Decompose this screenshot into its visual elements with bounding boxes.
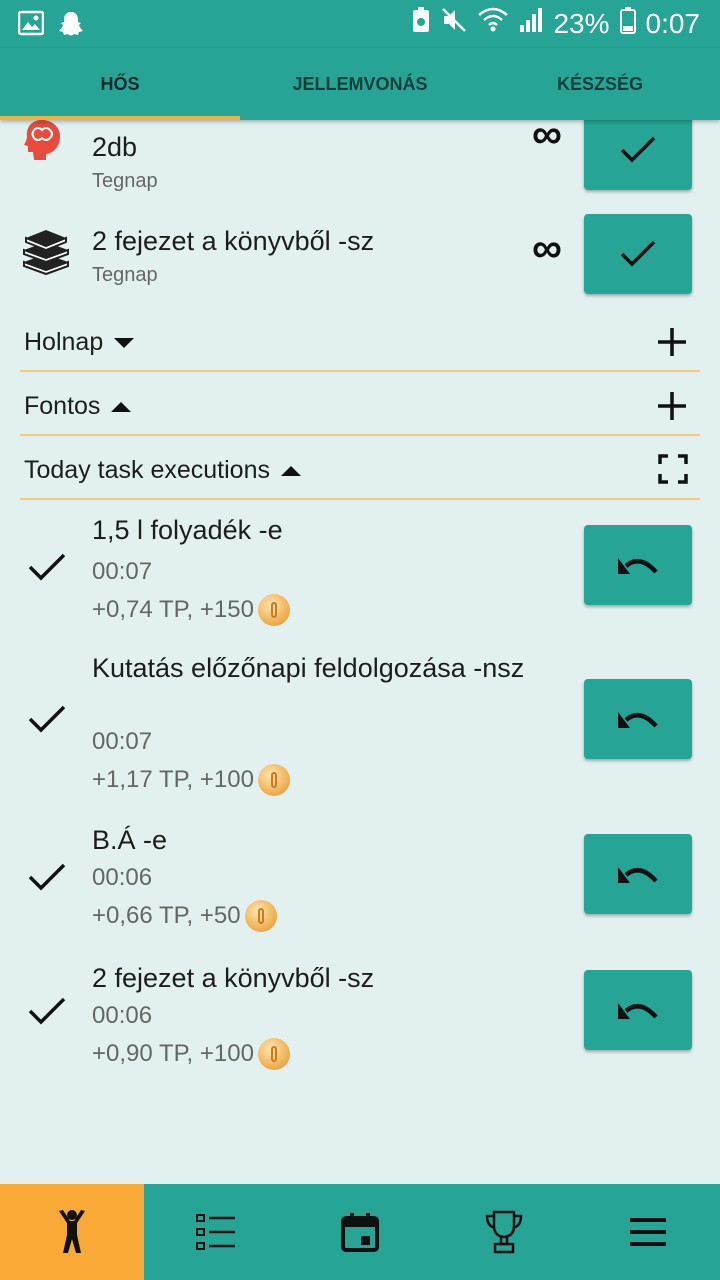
nav-tasks[interactable] bbox=[144, 1184, 288, 1280]
complete-button[interactable] bbox=[584, 120, 692, 190]
section-title: Holnap bbox=[24, 328, 104, 356]
plus-icon bbox=[658, 328, 686, 356]
caret-down-icon bbox=[114, 337, 135, 348]
execution-title: B.Á -e bbox=[92, 825, 168, 855]
bottom-navigation bbox=[0, 1184, 720, 1280]
nav-achievements[interactable] bbox=[432, 1184, 576, 1280]
undo-icon bbox=[618, 1003, 658, 1019]
execution-title: 1,5 l folyadék -e bbox=[92, 515, 283, 545]
task-item[interactable]: 2 fejezet a könyvből -sz Tegnap ∞ bbox=[0, 214, 720, 304]
clock: 0:07 bbox=[645, 7, 701, 39]
execution-time: 00:07 bbox=[92, 558, 153, 585]
section-title: Fontos bbox=[24, 392, 101, 420]
tab-keszseg[interactable]: KÉSZSÉG bbox=[480, 48, 720, 120]
caret-up-icon bbox=[111, 401, 132, 412]
calendar-icon bbox=[341, 1213, 379, 1252]
section-header-holnap[interactable]: Holnap bbox=[20, 308, 700, 372]
task-subtitle: Tegnap bbox=[92, 264, 158, 286]
execution-title: 2 fejezet a könyvből -sz bbox=[92, 963, 375, 993]
caret-up-icon bbox=[280, 465, 301, 476]
undo-icon bbox=[618, 867, 658, 883]
undo-button[interactable] bbox=[584, 970, 692, 1050]
coin-icon bbox=[244, 900, 277, 932]
section-header-today-executions[interactable]: Today task executions bbox=[20, 436, 700, 500]
undo-button[interactable] bbox=[584, 525, 692, 605]
battery-saver-icon bbox=[411, 6, 431, 41]
tab-hos[interactable]: HŐS bbox=[0, 48, 240, 120]
execution-time: 00:06 bbox=[92, 1002, 153, 1029]
execution-reward: +1,17 TP, +100 bbox=[92, 764, 290, 796]
execution-reward: +0,90 TP, +100 bbox=[92, 1038, 290, 1070]
add-button[interactable] bbox=[656, 326, 688, 363]
nav-hero[interactable] bbox=[0, 1184, 144, 1280]
execution-title: Kutatás előzőnapi feldolgozása -nsz bbox=[92, 653, 525, 683]
undo-button[interactable] bbox=[584, 679, 692, 759]
brain-head-icon bbox=[22, 120, 68, 169]
done-check-icon bbox=[28, 553, 66, 581]
fullscreen-icon bbox=[658, 454, 688, 484]
execution-item: Kutatás előzőnapi feldolgozása -nsz 00:0… bbox=[0, 648, 720, 798]
snapchat-icon bbox=[58, 10, 84, 43]
execution-item: 1,5 l folyadék -e 00:07 +0,74 TP, +150 bbox=[0, 510, 720, 630]
checkmark-icon bbox=[620, 240, 656, 267]
coin-icon bbox=[257, 1038, 290, 1070]
mute-icon bbox=[441, 7, 467, 40]
task-item[interactable]: 2db Tegnap ∞ bbox=[0, 120, 720, 200]
execution-reward: +0,66 TP, +50 bbox=[92, 900, 277, 932]
battery-icon bbox=[619, 6, 636, 41]
checkmark-icon bbox=[620, 136, 656, 163]
section-label-wrap: Holnap bbox=[24, 328, 135, 357]
plus-icon bbox=[658, 392, 686, 420]
undo-icon bbox=[618, 712, 658, 728]
section-label-wrap: Fontos bbox=[24, 392, 132, 421]
battery-percent: 23% bbox=[553, 7, 610, 39]
books-icon bbox=[22, 228, 70, 281]
task-title: 2 fejezet a könyvből -sz bbox=[92, 226, 375, 256]
section-title: Today task executions bbox=[24, 456, 270, 484]
repeat-infinity-icon: ∞ bbox=[532, 224, 562, 271]
task-subtitle: Tegnap bbox=[92, 170, 158, 192]
coin-icon bbox=[257, 764, 290, 796]
section-header-fontos[interactable]: Fontos bbox=[20, 372, 700, 436]
gallery-icon bbox=[17, 10, 45, 43]
reward-text: +1,17 TP, +100 bbox=[92, 766, 254, 793]
execution-time: 00:07 bbox=[92, 728, 153, 755]
hero-figure-icon bbox=[59, 1210, 85, 1253]
reward-text: +0,66 TP, +50 bbox=[92, 902, 241, 929]
task-title: 2db bbox=[92, 132, 138, 162]
execution-reward: +0,74 TP, +150 bbox=[92, 594, 290, 626]
execution-item: 2 fejezet a könyvből -sz 00:06 +0,90 TP,… bbox=[0, 958, 720, 1078]
menu-icon bbox=[630, 1218, 666, 1246]
add-button[interactable] bbox=[656, 390, 688, 427]
section-label-wrap: Today task executions bbox=[24, 456, 302, 485]
done-check-icon bbox=[28, 997, 66, 1025]
trophy-icon bbox=[485, 1210, 523, 1254]
reward-text: +0,74 TP, +150 bbox=[92, 596, 254, 623]
done-check-icon bbox=[28, 705, 66, 733]
execution-time: 00:06 bbox=[92, 864, 153, 891]
status-bar: 23% 0:07 bbox=[0, 0, 720, 48]
done-check-icon bbox=[28, 863, 66, 891]
coin-icon bbox=[257, 594, 290, 626]
undo-button[interactable] bbox=[584, 834, 692, 914]
tab-bar: HŐS JELLEMVONÁS KÉSZSÉG bbox=[0, 48, 720, 120]
undo-icon bbox=[618, 558, 658, 574]
main-content[interactable]: 2db Tegnap ∞ 2 fejezet a könyvből -sz Te… bbox=[0, 120, 720, 1184]
execution-item: B.Á -e 00:06 +0,66 TP, +50 bbox=[0, 820, 720, 940]
reward-text: +0,90 TP, +100 bbox=[92, 1040, 254, 1067]
wifi-icon bbox=[477, 7, 509, 40]
signal-icon bbox=[519, 7, 543, 40]
complete-button[interactable] bbox=[584, 214, 692, 294]
nav-menu[interactable] bbox=[576, 1184, 720, 1280]
task-list-icon bbox=[196, 1214, 235, 1250]
nav-calendar[interactable] bbox=[288, 1184, 432, 1280]
fullscreen-button[interactable] bbox=[658, 454, 688, 489]
tab-jellemvonas[interactable]: JELLEMVONÁS bbox=[240, 48, 480, 120]
repeat-infinity-icon: ∞ bbox=[532, 120, 562, 157]
